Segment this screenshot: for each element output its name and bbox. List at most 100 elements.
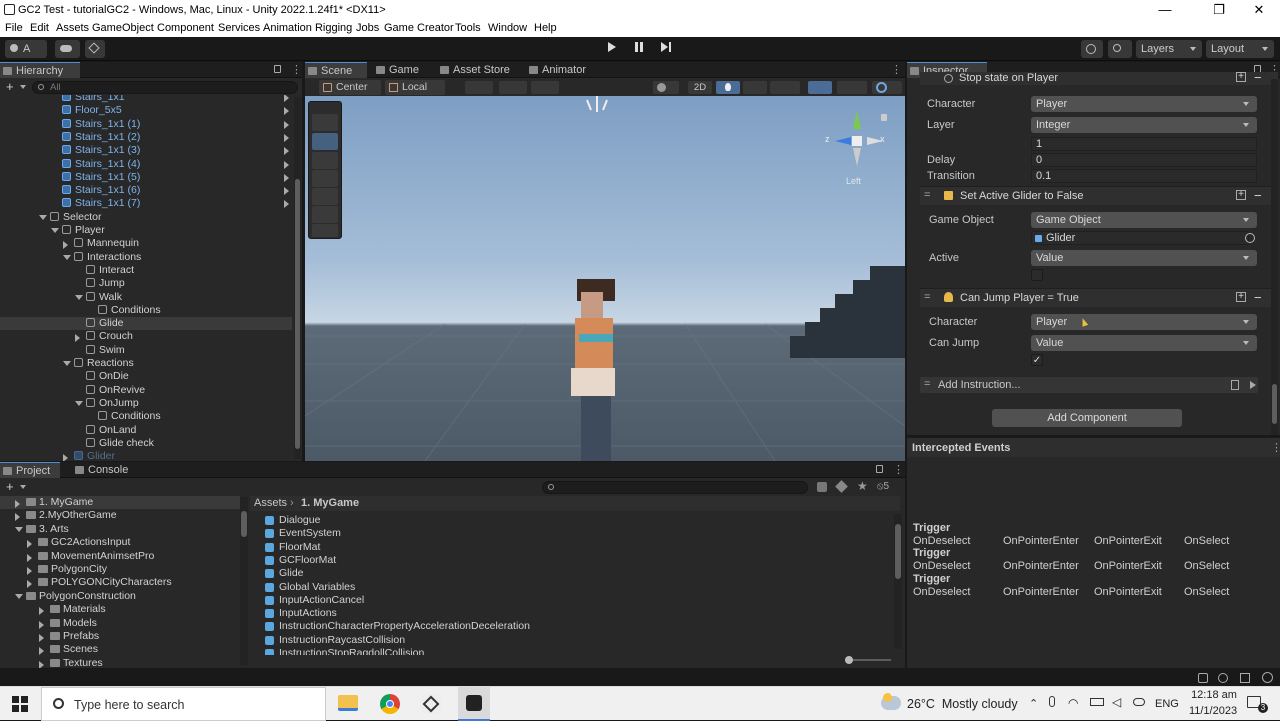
project-search-input[interactable] [542,481,808,494]
scene-viewport[interactable]: x z Left [305,96,905,461]
add-instruction-button[interactable]: Add Instruction... [938,379,1021,391]
add-instruction-icon[interactable]: + [1236,72,1246,82]
camera-icon[interactable] [837,81,867,94]
more-menu-icon[interactable]: ⋮ [291,63,302,76]
rect-tool-icon[interactable] [312,188,338,205]
asset-item[interactable]: Global Variables [265,581,355,594]
hidden-packages-icon[interactable]: ⦸5 [877,481,889,492]
gizmos-icon[interactable] [872,81,902,94]
lighting-icon[interactable] [716,81,740,94]
custom-tool-icon[interactable] [312,224,338,237]
hierarchy-row[interactable]: OnLand [86,424,136,437]
asset-item[interactable]: FloorMat [265,541,320,554]
hierarchy-row[interactable]: Conditions [98,410,161,423]
hierarchy-row[interactable]: Stairs_1x1 (6) [62,184,140,197]
menu-help[interactable]: Help [534,22,557,34]
expand-arrow-icon[interactable] [39,214,47,220]
hierarchy-row[interactable]: Mannequin [74,237,139,250]
chrome-icon[interactable] [380,694,400,714]
project-folder[interactable]: 1. MyGame [26,496,93,509]
view-orientation-label[interactable]: Left [846,176,861,186]
close-button[interactable]: ✕ [1236,0,1280,20]
project-folder[interactable]: Textures [50,657,103,668]
tab-console[interactable]: Console [72,462,138,478]
weather-text[interactable]: 26°C Mostly cloudy [907,697,1018,711]
history-icon[interactable] [1081,40,1103,58]
hierarchy-row[interactable]: Stairs_1x1 (5) [62,171,140,184]
menu-file[interactable]: File [5,22,23,34]
more-menu-icon[interactable]: ⋮ [891,63,902,76]
hierarchy-row[interactable]: Stairs_1x1 (7) [62,197,140,210]
asset-list-scrollbar[interactable] [894,514,902,649]
hierarchy-row[interactable]: Conditions [98,304,161,317]
expand-arrow-icon[interactable] [75,400,83,406]
hierarchy-row[interactable]: Stairs_1x1 (3) [62,144,140,157]
unity-editor-icon[interactable] [458,687,490,721]
search-by-type-icon[interactable] [817,482,827,492]
prefab-open-arrow-icon[interactable] [284,200,289,209]
cloud-icon[interactable] [55,40,80,58]
unity-hub-icon[interactable] [421,694,441,714]
clipboard-icon[interactable] [1231,380,1239,390]
add-button[interactable]: + [6,79,14,94]
more-menu-icon[interactable]: ⋮ [893,463,904,476]
lock-icon[interactable] [274,65,281,73]
add-instruction-bar[interactable]: = Add Instruction... [920,377,1258,393]
clock-date[interactable]: 11/1/2023 [1185,705,1241,717]
collapse-arrow-icon[interactable] [75,334,80,343]
play-icon[interactable] [1250,381,1256,389]
draw-mode-icon[interactable] [653,81,679,94]
character-dropdown[interactable]: Player [1031,96,1257,112]
hierarchy-row[interactable]: Reactions [74,357,134,370]
asset-item[interactable]: InputActions [265,607,337,620]
asset-item[interactable]: InputActionCancel [265,594,364,607]
volume-icon[interactable]: ◁ [1112,695,1121,709]
toggle-2d-button[interactable]: 2D [688,81,712,94]
account-dropdown[interactable]: A [5,40,47,58]
asset-item[interactable]: GCFloorMat [265,554,336,567]
menu-assets[interactable]: Assets [56,22,89,34]
delay-field[interactable]: 0 [1031,153,1257,167]
remove-instruction-icon[interactable]: − [1254,188,1262,203]
scrollbar-thumb[interactable] [295,179,300,449]
collapse-arrow-icon[interactable] [63,241,68,250]
pause-button[interactable] [628,41,650,58]
link-icon[interactable] [1133,698,1145,706]
can-jump-header[interactable]: = Can Jump Player = True + − [920,288,1278,307]
expand-arrow-icon[interactable] [63,361,71,366]
scrollbar-thumb[interactable] [1272,384,1277,424]
active-dropdown[interactable]: Value [1031,250,1257,266]
menu-edit[interactable]: Edit [30,22,49,34]
start-button[interactable] [0,687,40,721]
can-jump-checkbox[interactable]: ✓ [1031,354,1043,366]
asset-item[interactable]: InstructionStopRagdollCollision [265,647,424,655]
remove-instruction-icon[interactable]: − [1254,70,1262,85]
hierarchy-scrollbar[interactable] [294,97,301,459]
add-instruction-icon[interactable]: + [1236,190,1246,200]
battery-icon[interactable] [1090,698,1104,706]
asset-item[interactable]: InstructionRaycastCollision [265,634,405,647]
collab-icon[interactable] [85,40,105,58]
hierarchy-row[interactable]: Stairs_1x1 (4) [62,158,140,171]
layers-dropdown[interactable]: Layers [1136,40,1202,58]
hierarchy-search-input[interactable]: All [32,81,298,94]
layout-dropdown[interactable]: Layout [1206,40,1274,58]
breadcrumb-current[interactable]: 1. MyGame [301,497,359,509]
object-picker-icon[interactable] [1245,233,1255,243]
grid-snap-icon[interactable] [465,81,493,94]
hierarchy-row[interactable]: Glide check [86,437,154,450]
stop-state-instruction-header[interactable]: Stop state on Player + − [920,70,1278,85]
taskbar-search-box[interactable]: Type here to search [41,687,326,721]
hierarchy-row[interactable]: Stairs_1x1 [62,95,125,104]
collapse-arrow-icon[interactable] [63,454,68,461]
expand-arrow-icon[interactable] [51,228,59,233]
asset-item[interactable]: InstructionCharacterPropertyAcceleration… [265,620,530,633]
hierarchy-row[interactable]: OnDie [86,370,129,383]
label-icon[interactable] [835,480,848,493]
transition-field[interactable]: 0.1 [1031,169,1257,183]
tab-project[interactable]: Project [0,462,60,478]
menu-jobs[interactable]: Jobs [356,22,379,34]
check-icon[interactable] [1262,672,1273,683]
minimize-button[interactable]: — [1142,0,1188,20]
scale-tool-icon[interactable] [312,170,338,187]
